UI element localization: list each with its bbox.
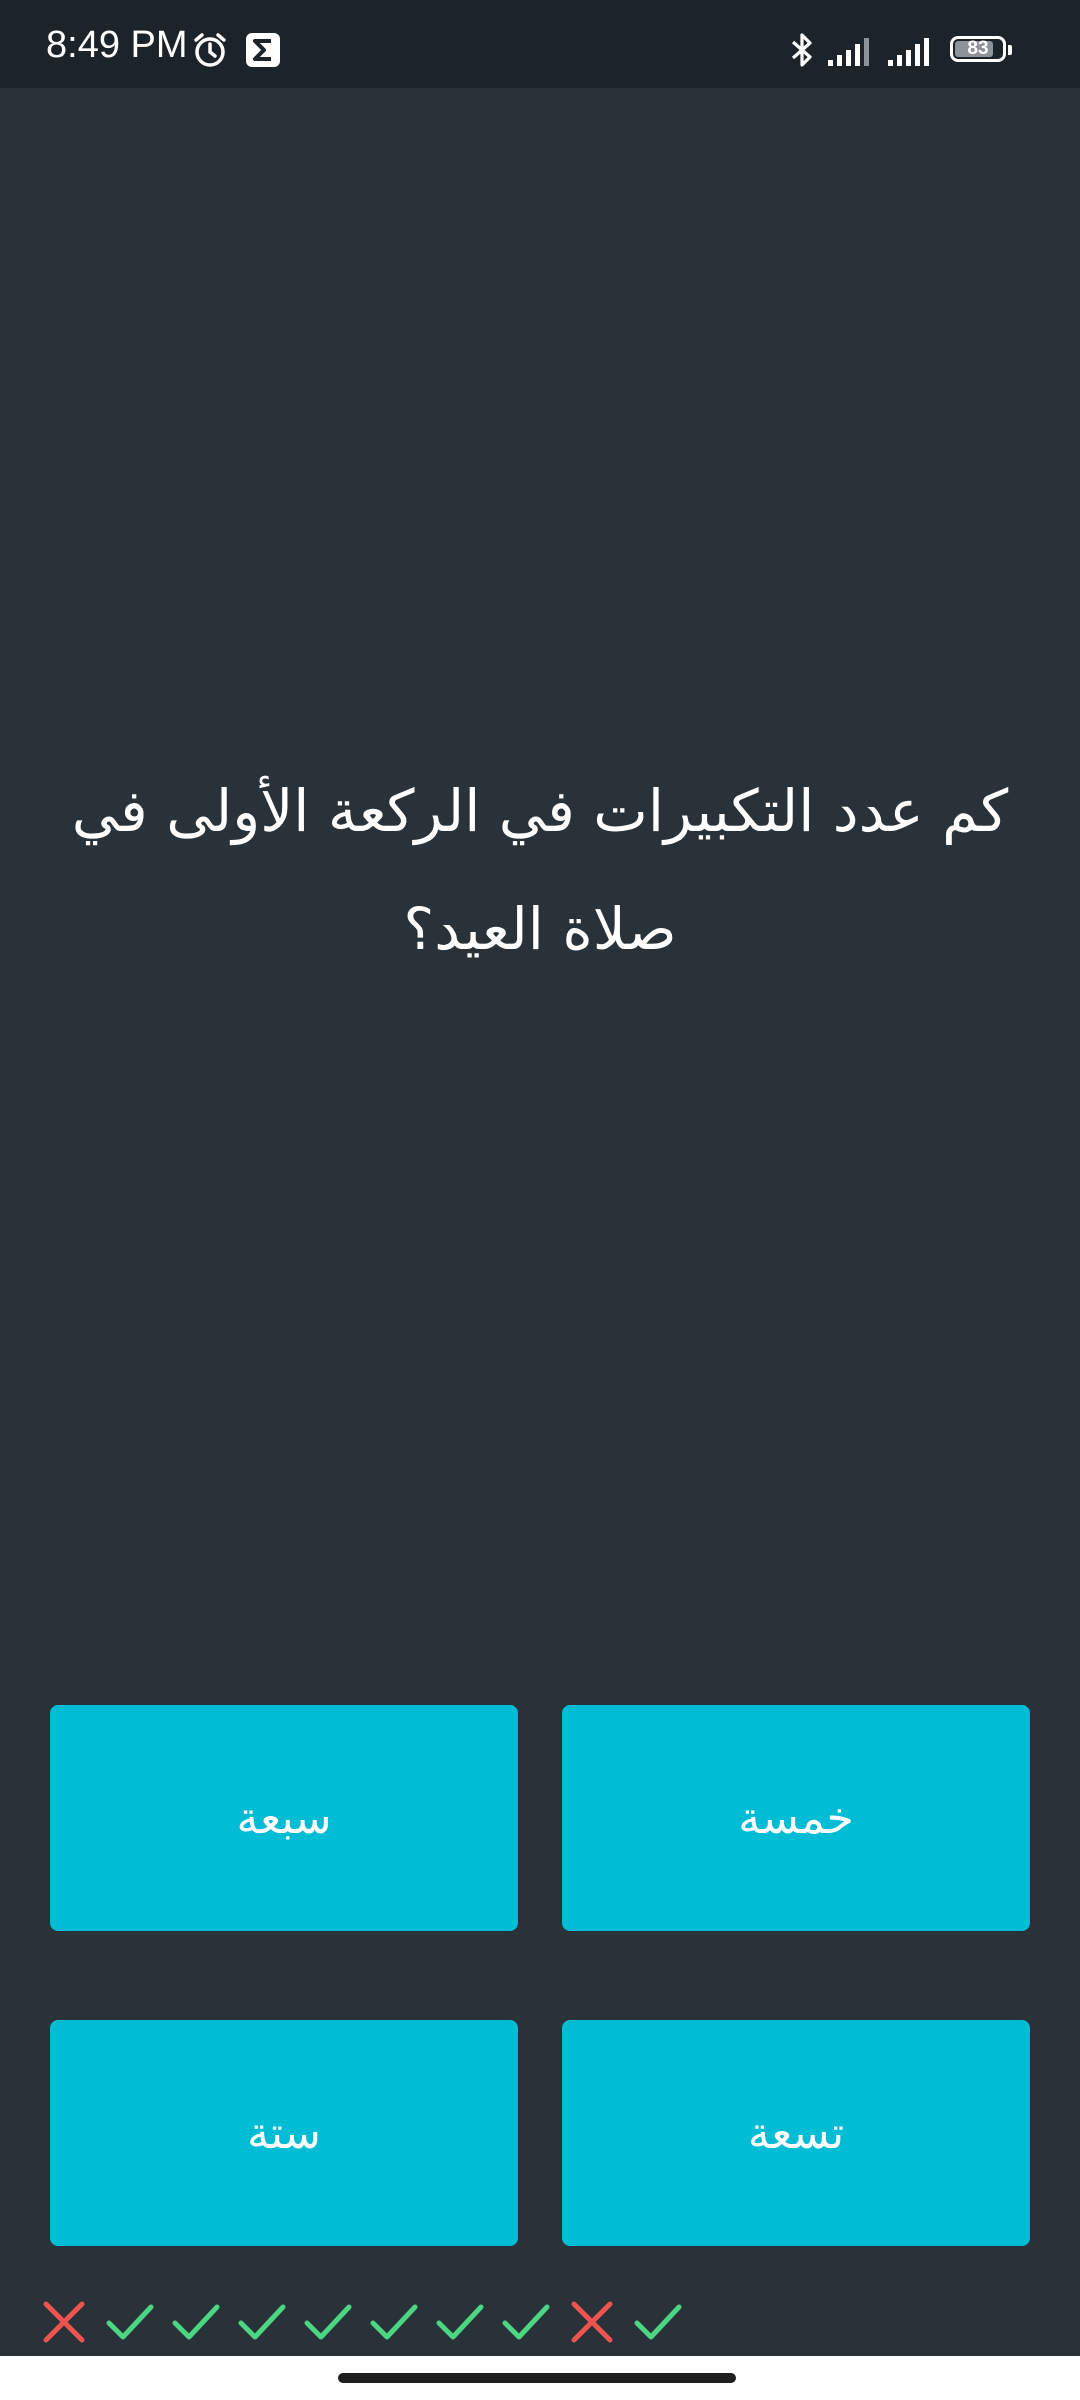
check-icon xyxy=(500,2296,552,2348)
battery-nub xyxy=(1008,45,1012,55)
check-icon xyxy=(434,2296,486,2348)
home-indicator[interactable] xyxy=(338,2373,736,2383)
answer-button-bottom-left[interactable]: ستة xyxy=(50,2020,518,2246)
answer-button-top-left[interactable]: سبعة xyxy=(50,1705,518,1931)
battery-level: 83 xyxy=(967,38,989,59)
answer-history xyxy=(38,2296,684,2348)
check-icon xyxy=(632,2296,684,2348)
check-icon xyxy=(104,2296,156,2348)
answer-button-top-right[interactable]: خمسة xyxy=(562,1705,1030,1931)
bluetooth-icon xyxy=(782,30,822,70)
signal-icon xyxy=(886,30,942,70)
status-bar: 8:49 PM 83 xyxy=(0,0,1080,88)
status-time: 8:49 PM xyxy=(46,24,188,66)
cross-icon xyxy=(566,2296,618,2348)
check-icon xyxy=(170,2296,222,2348)
battery-icon: 83 xyxy=(950,36,1012,66)
signal-icon xyxy=(826,30,882,70)
question-text: كم عدد التكبيرات في الركعة الأولى في صلا… xyxy=(71,777,1009,963)
alarm-icon xyxy=(190,30,230,70)
sigma-app-icon xyxy=(243,30,283,70)
check-icon xyxy=(368,2296,420,2348)
answer-button-bottom-right[interactable]: تسعة xyxy=(562,2020,1030,2246)
check-icon xyxy=(302,2296,354,2348)
check-icon xyxy=(236,2296,288,2348)
cross-icon xyxy=(38,2296,90,2348)
